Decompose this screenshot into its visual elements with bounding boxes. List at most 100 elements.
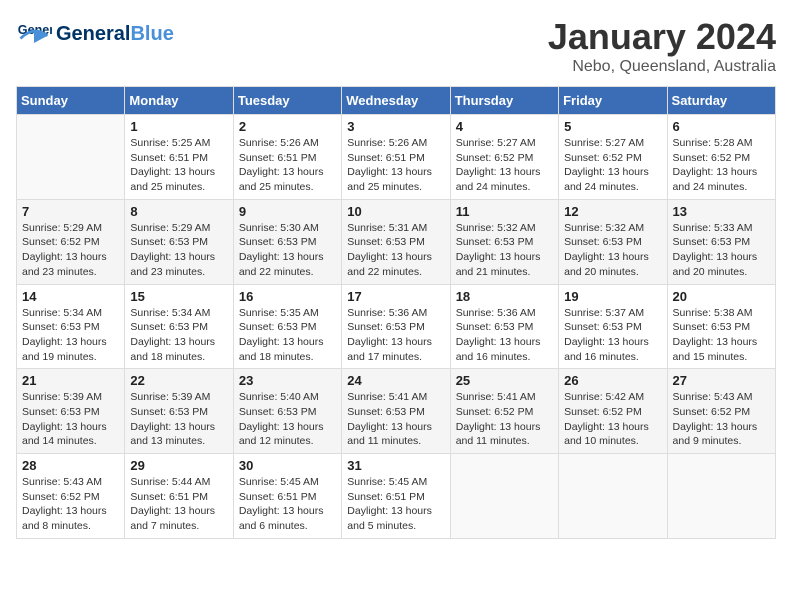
day-number: 28: [22, 458, 119, 473]
week-row-2: 7Sunrise: 5:29 AMSunset: 6:52 PMDaylight…: [17, 199, 776, 284]
calendar-cell: 5 Sunrise: 5:27 AMSunset: 6:52 PMDaylight…: [559, 115, 667, 200]
calendar-cell: 2 Sunrise: 5:26 AMSunset: 6:51 PMDaylight…: [233, 115, 341, 200]
calendar-cell: 15 Sunrise: 5:34 AMSunset: 6:53 PMDayligh…: [125, 284, 233, 369]
calendar-cell: [450, 454, 558, 539]
calendar-cell: 30 Sunrise: 5:45 AMSunset: 6:51 PMDayligh…: [233, 454, 341, 539]
column-header-friday: Friday: [559, 87, 667, 115]
day-number: 8: [130, 204, 227, 219]
day-info: Sunrise: 5:34 AMSunset: 6:53 PMDaylight:…: [130, 306, 227, 365]
logo-icon: General: [16, 16, 52, 52]
day-info: Sunrise: 5:26 AMSunset: 6:51 PMDaylight:…: [239, 136, 336, 195]
day-number: 9: [239, 204, 336, 219]
day-number: 6: [673, 119, 770, 134]
calendar-cell: 27Sunrise: 5:43 AMSunset: 6:52 PMDayligh…: [667, 369, 775, 454]
column-header-tuesday: Tuesday: [233, 87, 341, 115]
title-area: January 2024 Nebo, Queensland, Australia: [548, 16, 776, 76]
day-number: 16: [239, 289, 336, 304]
calendar-cell: 7Sunrise: 5:29 AMSunset: 6:52 PMDaylight…: [17, 199, 125, 284]
day-info: Sunrise: 5:31 AMSunset: 6:53 PMDaylight:…: [347, 221, 444, 280]
day-info: Sunrise: 5:45 AMSunset: 6:51 PMDaylight:…: [347, 475, 444, 534]
month-title: January 2024: [548, 16, 776, 58]
calendar-cell: 14Sunrise: 5:34 AMSunset: 6:53 PMDayligh…: [17, 284, 125, 369]
calendar-cell: 1 Sunrise: 5:25 AMSunset: 6:51 PMDaylight…: [125, 115, 233, 200]
day-info: Sunrise: 5:29 AMSunset: 6:52 PMDaylight:…: [22, 221, 119, 280]
day-info: Sunrise: 5:40 AMSunset: 6:53 PMDaylight:…: [239, 390, 336, 449]
calendar-header: SundayMondayTuesdayWednesdayThursdayFrid…: [17, 87, 776, 115]
day-number: 17: [347, 289, 444, 304]
calendar-cell: 19 Sunrise: 5:37 AMSunset: 6:53 PMDayligh…: [559, 284, 667, 369]
calendar-cell: [667, 454, 775, 539]
calendar-cell: 26 Sunrise: 5:42 AMSunset: 6:52 PMDayligh…: [559, 369, 667, 454]
calendar-cell: 6Sunrise: 5:28 AMSunset: 6:52 PMDaylight…: [667, 115, 775, 200]
day-info: Sunrise: 5:37 AMSunset: 6:53 PMDaylight:…: [564, 306, 661, 365]
day-number: 1: [130, 119, 227, 134]
day-number: 15: [130, 289, 227, 304]
day-number: 19: [564, 289, 661, 304]
calendar-cell: 25 Sunrise: 5:41 AMSunset: 6:52 PMDayligh…: [450, 369, 558, 454]
day-info: Sunrise: 5:26 AMSunset: 6:51 PMDaylight:…: [347, 136, 444, 195]
week-row-4: 21 Sunrise: 5:39 AMSunset: 6:53 PMDayligh…: [17, 369, 776, 454]
day-number: 21: [22, 373, 119, 388]
day-number: 27: [673, 373, 770, 388]
calendar-cell: 31 Sunrise: 5:45 AMSunset: 6:51 PMDayligh…: [342, 454, 450, 539]
week-row-1: 1 Sunrise: 5:25 AMSunset: 6:51 PMDaylight…: [17, 115, 776, 200]
day-info: Sunrise: 5:39 AMSunset: 6:53 PMDaylight:…: [130, 390, 227, 449]
column-header-wednesday: Wednesday: [342, 87, 450, 115]
day-number: 13: [673, 204, 770, 219]
day-number: 30: [239, 458, 336, 473]
day-info: Sunrise: 5:34 AMSunset: 6:53 PMDaylight:…: [22, 306, 119, 365]
calendar-cell: 20Sunrise: 5:38 AMSunset: 6:53 PMDayligh…: [667, 284, 775, 369]
day-number: 12: [564, 204, 661, 219]
day-number: 4: [456, 119, 553, 134]
logo-general: General: [56, 23, 130, 45]
day-number: 24: [347, 373, 444, 388]
day-number: 20: [673, 289, 770, 304]
calendar-cell: 22Sunrise: 5:39 AMSunset: 6:53 PMDayligh…: [125, 369, 233, 454]
day-info: Sunrise: 5:39 AMSunset: 6:53 PMDaylight:…: [22, 390, 119, 449]
column-header-monday: Monday: [125, 87, 233, 115]
day-info: Sunrise: 5:30 AMSunset: 6:53 PMDaylight:…: [239, 221, 336, 280]
day-info: Sunrise: 5:41 AMSunset: 6:52 PMDaylight:…: [456, 390, 553, 449]
calendar-cell: 3 Sunrise: 5:26 AMSunset: 6:51 PMDaylight…: [342, 115, 450, 200]
day-number: 25: [456, 373, 553, 388]
calendar: SundayMondayTuesdayWednesdayThursdayFrid…: [16, 86, 776, 539]
day-number: 31: [347, 458, 444, 473]
day-number: 10: [347, 204, 444, 219]
calendar-cell: 24 Sunrise: 5:41 AMSunset: 6:53 PMDayligh…: [342, 369, 450, 454]
day-info: Sunrise: 5:35 AMSunset: 6:53 PMDaylight:…: [239, 306, 336, 365]
calendar-cell: 4 Sunrise: 5:27 AMSunset: 6:52 PMDaylight…: [450, 115, 558, 200]
day-number: 26: [564, 373, 661, 388]
week-row-5: 28 Sunrise: 5:43 AMSunset: 6:52 PMDayligh…: [17, 454, 776, 539]
column-header-thursday: Thursday: [450, 87, 558, 115]
calendar-cell: 12Sunrise: 5:32 AMSunset: 6:53 PMDayligh…: [559, 199, 667, 284]
calendar-cell: 16 Sunrise: 5:35 AMSunset: 6:53 PMDayligh…: [233, 284, 341, 369]
day-info: Sunrise: 5:33 AMSunset: 6:53 PMDaylight:…: [673, 221, 770, 280]
header: General GeneralBlue January 2024 Nebo, Q…: [16, 16, 776, 76]
day-number: 2: [239, 119, 336, 134]
calendar-cell: 17 Sunrise: 5:36 AMSunset: 6:53 PMDayligh…: [342, 284, 450, 369]
day-info: Sunrise: 5:45 AMSunset: 6:51 PMDaylight:…: [239, 475, 336, 534]
calendar-cell: 11 Sunrise: 5:32 AMSunset: 6:53 PMDayligh…: [450, 199, 558, 284]
calendar-cell: 8 Sunrise: 5:29 AMSunset: 6:53 PMDaylight…: [125, 199, 233, 284]
day-info: Sunrise: 5:27 AMSunset: 6:52 PMDaylight:…: [456, 136, 553, 195]
day-info: Sunrise: 5:25 AMSunset: 6:51 PMDaylight:…: [130, 136, 227, 195]
day-number: 3: [347, 119, 444, 134]
column-header-saturday: Saturday: [667, 87, 775, 115]
day-info: Sunrise: 5:29 AMSunset: 6:53 PMDaylight:…: [130, 221, 227, 280]
day-number: 11: [456, 204, 553, 219]
day-number: 18: [456, 289, 553, 304]
calendar-cell: 23Sunrise: 5:40 AMSunset: 6:53 PMDayligh…: [233, 369, 341, 454]
day-number: 5: [564, 119, 661, 134]
day-info: Sunrise: 5:36 AMSunset: 6:53 PMDaylight:…: [347, 306, 444, 365]
calendar-cell: 10 Sunrise: 5:31 AMSunset: 6:53 PMDayligh…: [342, 199, 450, 284]
week-row-3: 14Sunrise: 5:34 AMSunset: 6:53 PMDayligh…: [17, 284, 776, 369]
calendar-cell: 9 Sunrise: 5:30 AMSunset: 6:53 PMDaylight…: [233, 199, 341, 284]
day-info: Sunrise: 5:32 AMSunset: 6:53 PMDaylight:…: [456, 221, 553, 280]
calendar-cell: 21 Sunrise: 5:39 AMSunset: 6:53 PMDayligh…: [17, 369, 125, 454]
day-info: Sunrise: 5:43 AMSunset: 6:52 PMDaylight:…: [22, 475, 119, 534]
day-info: Sunrise: 5:41 AMSunset: 6:53 PMDaylight:…: [347, 390, 444, 449]
calendar-cell: 13 Sunrise: 5:33 AMSunset: 6:53 PMDayligh…: [667, 199, 775, 284]
day-info: Sunrise: 5:27 AMSunset: 6:52 PMDaylight:…: [564, 136, 661, 195]
location-subtitle: Nebo, Queensland, Australia: [548, 58, 776, 76]
day-info: Sunrise: 5:42 AMSunset: 6:52 PMDaylight:…: [564, 390, 661, 449]
